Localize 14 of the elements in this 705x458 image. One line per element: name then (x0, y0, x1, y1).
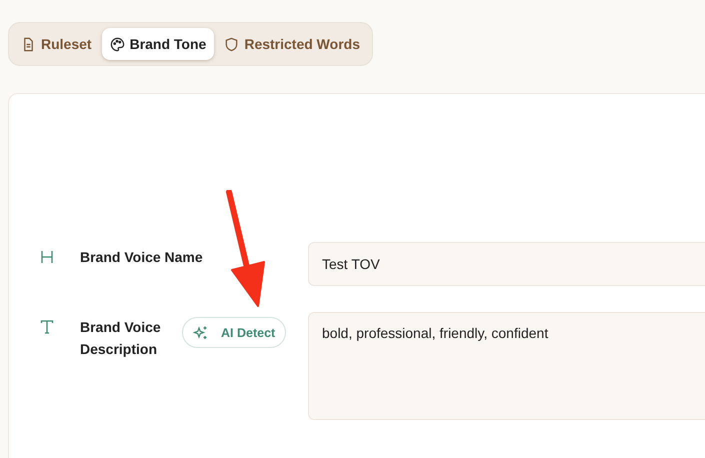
document-icon (21, 36, 36, 52)
sparkle-icon (193, 324, 209, 340)
field-label: Brand Voice Name (80, 248, 204, 267)
tab[interactable]: Ruleset (13, 28, 100, 60)
field-label: Brand Voice Description (80, 318, 162, 359)
description-field[interactable]: bold, professional, friendly, confident (308, 312, 705, 420)
tab[interactable]: Brand Tone (102, 28, 214, 60)
tab[interactable]: Restricted Words (216, 28, 368, 60)
text-icon (40, 320, 54, 334)
palette-icon (110, 36, 125, 52)
ai-detect-button[interactable]: AI Detect (182, 317, 286, 348)
heading-icon (40, 250, 54, 264)
name-field[interactable]: Test TOV (308, 242, 705, 286)
shield-icon (224, 36, 240, 52)
